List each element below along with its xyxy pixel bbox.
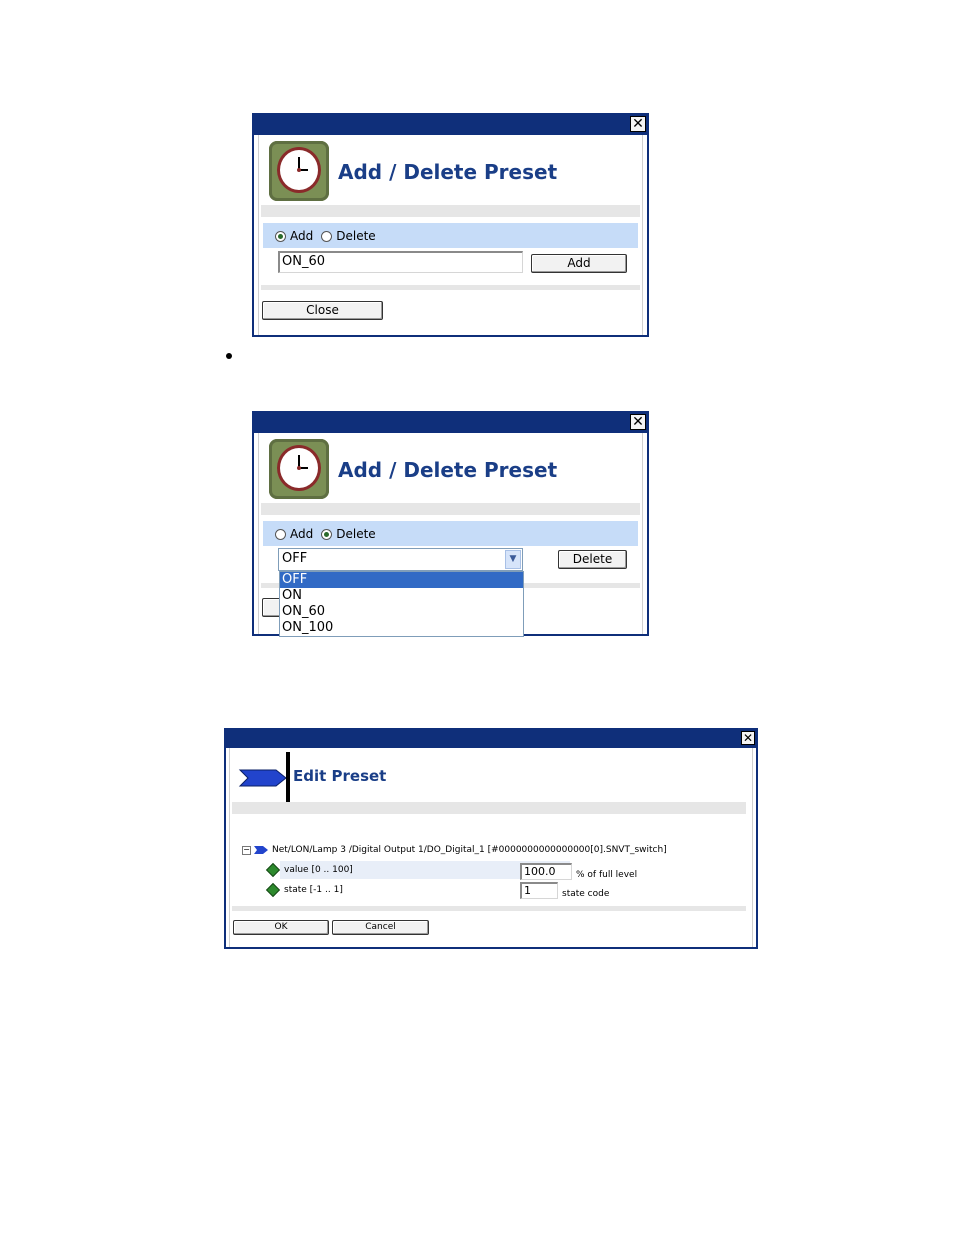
ok-button[interactable]: OK bbox=[233, 920, 329, 935]
tree-node: − Net/LON/Lamp 3 /Digital Output 1/DO_Di… bbox=[242, 845, 667, 855]
field-row: value [0 .. 100] bbox=[265, 862, 353, 878]
preset-dropdown-list: OFF ON ON_60 ON_100 bbox=[279, 571, 524, 637]
mode-selector: Add Delete bbox=[275, 527, 384, 541]
edit-preset-dialog: ✕ Edit Preset − Net/LON/Lamp 3 /Digital … bbox=[224, 728, 758, 949]
close-icon[interactable]: ✕ bbox=[741, 731, 755, 745]
field-label: value [0 .. 100] bbox=[284, 865, 353, 875]
field-unit: % of full level bbox=[576, 870, 638, 880]
tree-path: Net/LON/Lamp 3 /Digital Output 1/DO_Digi… bbox=[272, 845, 667, 855]
field-unit: state code bbox=[562, 889, 610, 899]
dropdown-option[interactable]: OFF bbox=[280, 572, 523, 588]
dropdown-option[interactable]: ON_60 bbox=[280, 604, 523, 620]
radio-delete[interactable] bbox=[321, 528, 333, 540]
collapse-icon[interactable]: − bbox=[242, 845, 251, 855]
dialog-titlebar[interactable] bbox=[254, 413, 647, 433]
radio-add-label: Add bbox=[290, 229, 314, 243]
preset-select[interactable]: OFF ▼ bbox=[278, 548, 523, 571]
close-icon[interactable]: ✕ bbox=[630, 414, 646, 430]
radio-add-label: Add bbox=[290, 527, 314, 541]
close-button[interactable]: Close bbox=[262, 301, 383, 320]
radio-add[interactable] bbox=[275, 230, 286, 242]
dialog-titlebar[interactable] bbox=[226, 730, 756, 748]
radio-delete[interactable] bbox=[321, 230, 333, 242]
dialog-title: Edit Preset bbox=[293, 767, 387, 785]
separator bbox=[261, 503, 640, 515]
separator bbox=[261, 205, 640, 217]
clock-icon bbox=[269, 439, 329, 499]
datapoint-icon bbox=[265, 862, 281, 878]
dialog-body: Add / Delete Preset Add Delete ON_60 Add… bbox=[258, 135, 643, 335]
datapoint-arrow-icon bbox=[254, 846, 268, 854]
mode-selector: Add Delete bbox=[275, 229, 384, 243]
dialog-title: Add / Delete Preset bbox=[338, 160, 558, 184]
dialog-body: Add / Delete Preset Add Delete OFF ▼ Del… bbox=[258, 433, 643, 637]
list-bullet bbox=[226, 353, 232, 359]
preset-name-input[interactable]: ON_60 bbox=[278, 251, 523, 273]
radio-delete-label: Delete bbox=[336, 527, 376, 541]
separator bbox=[232, 802, 746, 814]
dropdown-option[interactable]: ON_100 bbox=[280, 620, 523, 636]
clock-icon bbox=[269, 141, 329, 201]
close-icon[interactable]: ✕ bbox=[630, 116, 646, 132]
radio-add[interactable] bbox=[275, 528, 286, 540]
dialog-title: Add / Delete Preset bbox=[338, 458, 558, 482]
datapoint-icon bbox=[265, 882, 281, 898]
add-button[interactable]: Add bbox=[531, 254, 627, 273]
dialog-body: Edit Preset − Net/LON/Lamp 3 /Digital Ou… bbox=[229, 748, 753, 947]
radio-delete-label: Delete bbox=[336, 229, 376, 243]
field-row: state [-1 .. 1] bbox=[265, 882, 343, 898]
state-input[interactable]: 1 bbox=[520, 882, 558, 899]
delete-button[interactable]: Delete bbox=[558, 550, 627, 569]
dialog-titlebar[interactable] bbox=[254, 115, 647, 135]
cancel-button[interactable]: Cancel bbox=[332, 920, 429, 935]
add-preset-dialog: ✕ Add / Delete Preset Add Delete ON_60 A… bbox=[252, 113, 649, 337]
separator bbox=[261, 285, 640, 290]
delete-preset-dialog: ✕ Add / Delete Preset Add Delete OFF ▼ D… bbox=[252, 411, 649, 637]
preset-select-value: OFF bbox=[282, 551, 308, 566]
value-input[interactable]: 100.0 bbox=[520, 863, 572, 880]
dropdown-option[interactable]: ON bbox=[280, 588, 523, 604]
field-label: state [-1 .. 1] bbox=[284, 885, 343, 895]
separator bbox=[232, 906, 746, 911]
chevron-down-icon[interactable]: ▼ bbox=[505, 550, 521, 569]
arrow-icon bbox=[238, 752, 290, 804]
